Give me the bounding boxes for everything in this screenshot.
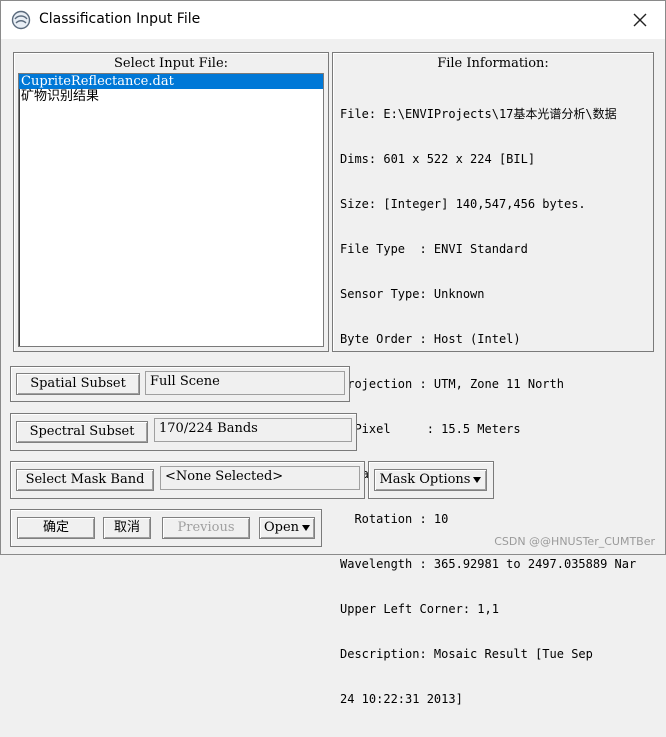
- action-row: 确定 取消 Previous Open: [10, 509, 322, 547]
- input-file-label: Select Input File:: [113, 56, 229, 71]
- previous-button[interactable]: Previous: [162, 517, 250, 539]
- info-line: Description: Mosaic Result [Tue Sep: [340, 647, 593, 661]
- spatial-subset-row: Spatial Subset Full Scene: [10, 366, 350, 402]
- mask-options-button[interactable]: Mask Options: [374, 469, 487, 491]
- info-line: Size: [Integer] 140,547,456 bytes.: [340, 197, 586, 211]
- list-item-mineral-result[interactable]: 矿物识别结果: [19, 89, 323, 104]
- mask-options-frame: Mask Options: [368, 461, 494, 499]
- spatial-subset-value: Full Scene: [145, 371, 345, 395]
- ok-button[interactable]: 确定: [17, 517, 95, 539]
- spatial-subset-button[interactable]: Spatial Subset: [16, 373, 140, 395]
- info-line: Byte Order : Host (Intel): [340, 332, 521, 346]
- file-info-text: File: E:\ENVIProjects\17基本光谱分析\数据 Dims: …: [340, 77, 649, 737]
- info-line: Upper Left Corner: 1,1: [340, 602, 499, 616]
- mask-options-label: Mask Options: [379, 472, 471, 487]
- select-mask-band-button[interactable]: Select Mask Band: [16, 469, 154, 491]
- info-line: File Type : ENVI Standard: [340, 242, 528, 256]
- window-title: Classification Input File: [39, 11, 201, 27]
- classification-input-dialog: Classification Input File Select Input F…: [0, 0, 666, 706]
- info-line: Sensor Type: Unknown: [340, 287, 485, 301]
- open-button-label: Open: [263, 520, 300, 535]
- envi-app-icon: [11, 10, 31, 30]
- mask-band-row: Select Mask Band <None Selected>: [10, 461, 365, 499]
- spectral-subset-row: Spectral Subset 170/224 Bands: [10, 413, 357, 451]
- file-info-label: File Information:: [437, 56, 549, 71]
- file-info-panel: File Information: File: E:\ENVIProjects\…: [332, 52, 654, 706]
- dropdown-arrow-icon: [302, 524, 311, 531]
- cancel-button[interactable]: 取消: [103, 517, 151, 539]
- info-line: File: E:\ENVIProjects\17基本光谱分析\数据: [340, 107, 617, 121]
- info-line: 24 10:22:31 2013]: [340, 692, 463, 706]
- mask-band-value: <None Selected>: [160, 466, 360, 490]
- open-button[interactable]: Open: [259, 517, 315, 539]
- dropdown-arrow-icon: [473, 476, 482, 483]
- spectral-subset-button[interactable]: Spectral Subset: [16, 421, 148, 443]
- info-line: Pixel : 15.5 Meters: [340, 422, 521, 436]
- close-icon[interactable]: [629, 9, 651, 31]
- info-line: Dims: 601 x 522 x 224 [BIL]: [340, 152, 536, 166]
- info-line: Projection : UTM, Zone 11 North: [340, 377, 564, 391]
- spectral-subset-value: 170/224 Bands: [154, 418, 352, 442]
- info-line: Wavelength : 365.92981 to 2497.035889 Na…: [340, 557, 637, 571]
- watermark-text: CSDN @@HNUSTer_CUMTBer: [494, 535, 655, 548]
- title-bar: Classification Input File: [1, 1, 665, 39]
- input-file-list[interactable]: CupriteReflectance.dat 矿物识别结果: [18, 73, 324, 347]
- input-file-panel: Select Input File: CupriteReflectance.da…: [13, 52, 329, 352]
- list-item-cupritereflectance[interactable]: CupriteReflectance.dat: [19, 74, 323, 89]
- info-line: Rotation : 10: [340, 512, 449, 526]
